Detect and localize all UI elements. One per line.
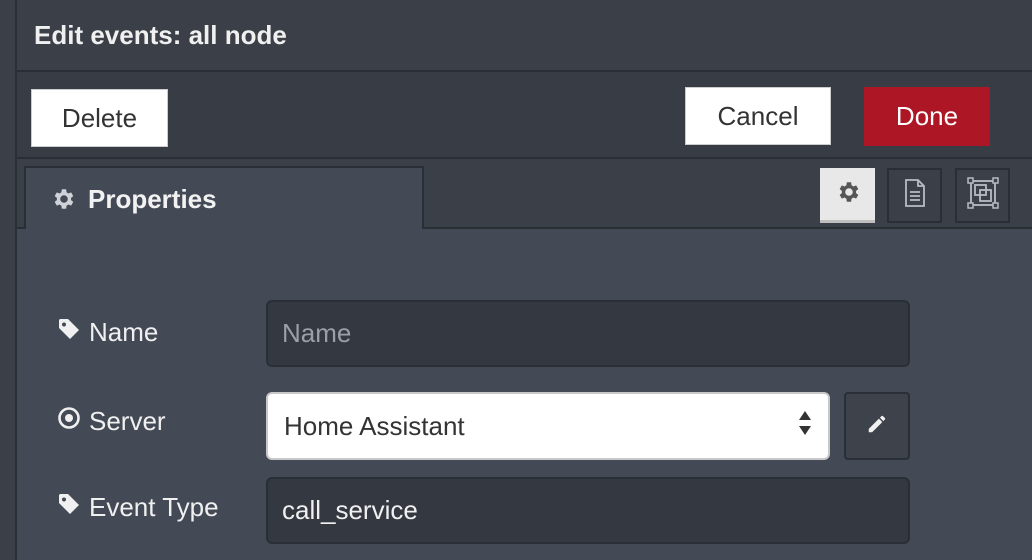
- tag-icon: [57, 492, 81, 523]
- pencil-icon: [866, 413, 888, 440]
- tab-bar: Properties: [17, 159, 1032, 229]
- gear-icon: [835, 179, 861, 210]
- gear-icon: [50, 186, 76, 217]
- settings-tab-button[interactable]: [820, 168, 875, 223]
- name-row-label: Name: [57, 317, 158, 348]
- cancel-button[interactable]: Cancel: [685, 87, 831, 145]
- delete-button[interactable]: Delete: [31, 89, 168, 147]
- tab-properties-label: Properties: [88, 184, 217, 214]
- name-label: Name: [89, 317, 159, 347]
- tab-properties[interactable]: Properties: [24, 166, 424, 229]
- event-type-row-label: Event Type: [57, 492, 219, 523]
- event-type-input[interactable]: call_service: [266, 477, 910, 544]
- name-input[interactable]: Name: [266, 300, 910, 367]
- target-icon: [57, 406, 81, 437]
- description-tab-button[interactable]: [887, 168, 942, 223]
- server-row-label: Server: [57, 406, 166, 437]
- server-select[interactable]: Home Assistant: [266, 392, 830, 460]
- done-button[interactable]: Done: [864, 87, 990, 146]
- tray-toolbar: Delete Cancel Done: [17, 72, 1032, 159]
- appearance-tab-button[interactable]: [955, 168, 1010, 223]
- properties-form: Name Name Server Home Assistant Event Ty…: [17, 229, 1032, 560]
- server-label: Server: [89, 406, 166, 436]
- tray-header: Edit events: all node: [17, 0, 1032, 72]
- event-type-label: Event Type: [89, 492, 219, 522]
- frame-icon: [966, 177, 999, 214]
- tray-title: Edit events: all node: [34, 20, 287, 50]
- left-edge-strip: [0, 0, 17, 560]
- server-select-value: Home Assistant: [284, 410, 465, 441]
- edit-tray: Edit events: all node Delete Cancel Done…: [17, 0, 1032, 560]
- document-icon: [903, 178, 927, 213]
- select-arrows-icon: [798, 409, 812, 444]
- edit-server-button[interactable]: [844, 392, 910, 460]
- tag-icon: [57, 317, 81, 348]
